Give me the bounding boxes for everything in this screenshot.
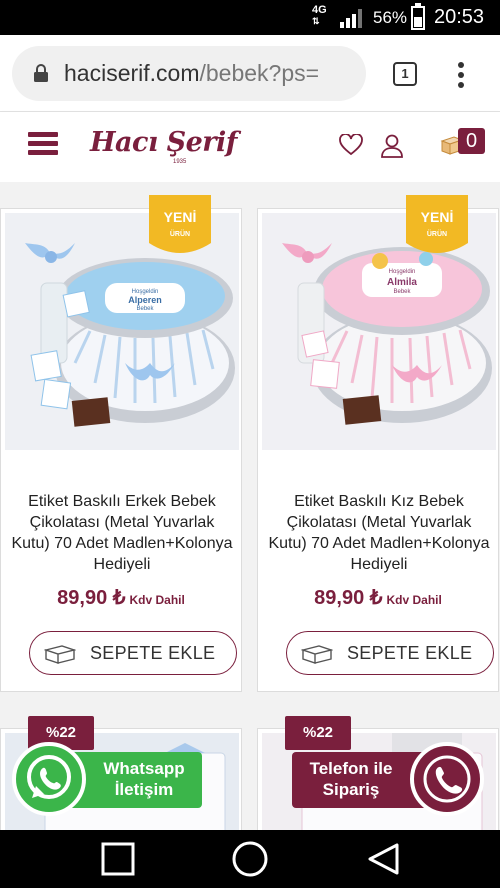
lock-icon [34, 64, 48, 82]
battery-percent: 56% [373, 8, 408, 27]
add-to-cart-label: SEPETE EKLE [90, 643, 216, 663]
phone-icon [423, 755, 471, 803]
new-badge: YENİ ÜRÜN [149, 195, 211, 261]
address-bar[interactable]: haciserif.com/bebek?ps= [12, 46, 366, 101]
logo-year: 1935 [173, 159, 187, 165]
new-badge: YENİ ÜRÜN [406, 195, 468, 261]
product-card[interactable]: Hoşgeldin Alperen Bebek YENİ ÜRÜN Etiket… [0, 195, 242, 692]
tin-label-line3: Bebek [393, 289, 411, 295]
whatsapp-icon [27, 755, 71, 799]
add-to-cart-button[interactable]: SEPETE EKLE [29, 631, 237, 675]
back-icon[interactable] [368, 843, 399, 875]
add-to-cart-button[interactable]: SEPETE EKLE [286, 631, 494, 675]
browser-toolbar: haciserif.com/bebek?ps= 1 [0, 35, 500, 112]
price-tax-note: Kdv Dahil [386, 593, 442, 607]
tin-label-line2: Alperen [128, 295, 162, 305]
new-badge-line2: ÜRÜN [426, 231, 448, 238]
phone-order-button[interactable]: Telefon ile Sipariş [290, 742, 486, 818]
new-badge-line1: YENİ [163, 209, 197, 225]
whatsapp-circle [12, 742, 86, 816]
product-price: 89,90 ₺ Kdv Dahil [258, 585, 498, 610]
new-badge-line2: ÜRÜN [169, 231, 191, 238]
price-amount: 89,90 ₺ [314, 587, 383, 609]
whatsapp-contact-button[interactable]: Whatsapp İletişim [12, 742, 204, 818]
status-bar: 4G ⇅ 56% 20:53 [0, 0, 500, 35]
battery-icon [411, 3, 425, 30]
tab-switcher-button[interactable]: 1 [393, 62, 417, 86]
tin-label-line3: Bebek [136, 306, 154, 312]
tin-label-line2: Almila [387, 277, 417, 288]
url-text: haciserif.com/bebek?ps= [64, 60, 320, 86]
product-price: 89,90 ₺ Kdv Dahil [1, 585, 241, 610]
more-options-icon[interactable] [456, 61, 466, 89]
new-badge-line1: YENİ [420, 209, 454, 225]
product-grid: Hoşgeldin Alperen Bebek YENİ ÜRÜN Etiket… [0, 182, 500, 830]
whatsapp-label: Whatsapp İletişim [103, 759, 185, 799]
system-nav-bar [0, 830, 500, 888]
site-header: Hacı Şerif 1935 0 [0, 112, 500, 182]
signal-icon [340, 9, 362, 28]
user-icon[interactable] [381, 134, 403, 158]
price-tax-note: Kdv Dahil [129, 593, 185, 607]
add-to-cart-label: SEPETE EKLE [347, 643, 473, 663]
product-card[interactable]: Hoşgeldin Almila Bebek YENİ ÜRÜN Etiket … [257, 195, 499, 692]
clock: 20:53 [434, 6, 485, 28]
cart-count-badge[interactable]: 0 [458, 128, 485, 154]
phone-label: Telefon ile Sipariş [309, 759, 393, 799]
menu-icon[interactable] [28, 132, 58, 156]
heart-icon[interactable] [339, 134, 363, 156]
network-type-icon: 4G ⇅ [312, 4, 327, 27]
phone-circle [410, 742, 484, 816]
recents-icon[interactable] [101, 842, 135, 876]
home-icon[interactable] [232, 841, 268, 877]
product-title[interactable]: Etiket Baskılı Kız Bebek Çikolatası (Met… [268, 491, 490, 575]
site-logo[interactable]: Hacı Şerif [90, 127, 237, 158]
box-icon [44, 645, 76, 664]
box-icon [301, 645, 333, 664]
product-title[interactable]: Etiket Baskılı Erkek Bebek Çikolatası (M… [11, 491, 233, 575]
price-amount: 89,90 ₺ [57, 587, 126, 609]
tin-label-line1: Hoşgeldin [389, 269, 416, 275]
